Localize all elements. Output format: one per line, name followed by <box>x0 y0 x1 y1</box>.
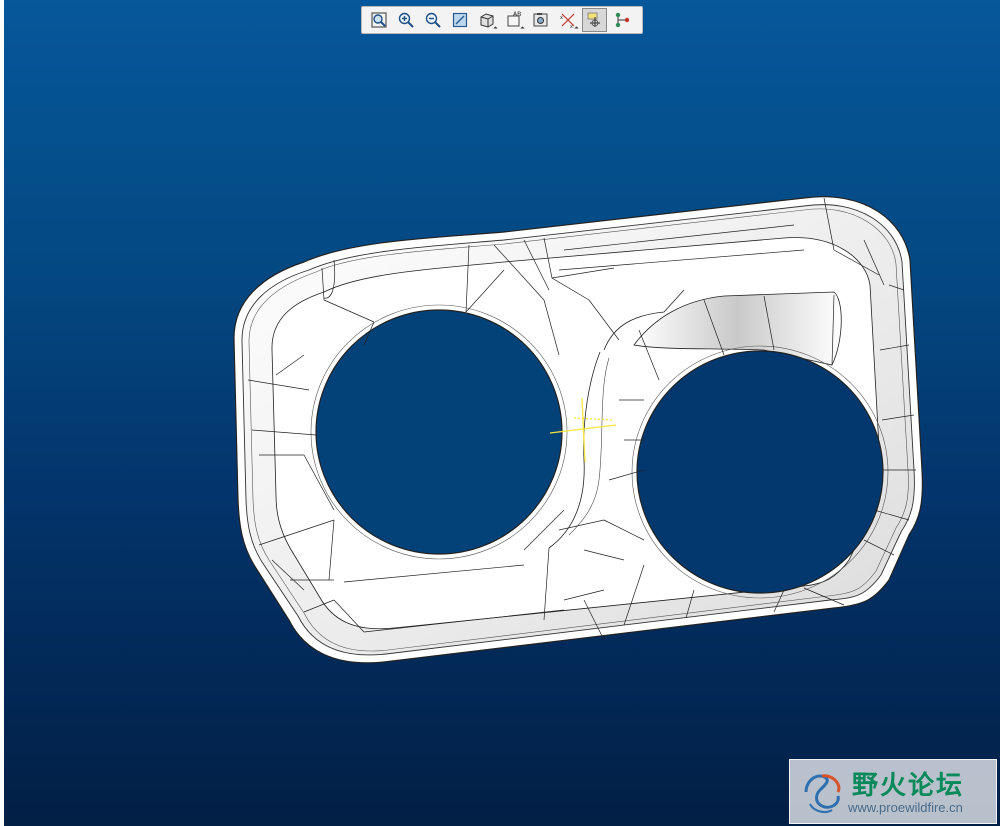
view-toolbar: AB xx <box>361 6 643 34</box>
display-style-icon[interactable] <box>474 8 499 32</box>
spin-center-icon[interactable] <box>582 8 607 32</box>
graphics-viewport[interactable]: AB xx <box>4 0 1000 826</box>
zoom-out-icon[interactable] <box>420 8 445 32</box>
svg-text:x: x <box>560 15 563 21</box>
annotation-display-icon[interactable] <box>609 8 634 32</box>
zoom-in-icon[interactable] <box>393 8 418 32</box>
part-model[interactable] <box>4 0 1000 826</box>
watermark-url: www.proewildfire.cn <box>848 800 963 815</box>
left-hole <box>315 309 563 555</box>
zoom-fit-icon[interactable] <box>366 8 391 32</box>
view-manager-icon[interactable] <box>528 8 553 32</box>
watermark-title: 野火论坛 <box>852 771 965 801</box>
svg-text:x: x <box>570 24 573 29</box>
svg-text:AB: AB <box>513 11 521 18</box>
repaint-icon[interactable] <box>447 8 472 32</box>
forum-logo-icon <box>804 774 841 813</box>
saved-views-icon[interactable]: AB <box>501 8 526 32</box>
forum-watermark: 野火论坛 www.proewildfire.cn <box>789 759 997 824</box>
datum-display-icon[interactable]: xx <box>555 8 580 32</box>
right-hole <box>636 350 884 594</box>
